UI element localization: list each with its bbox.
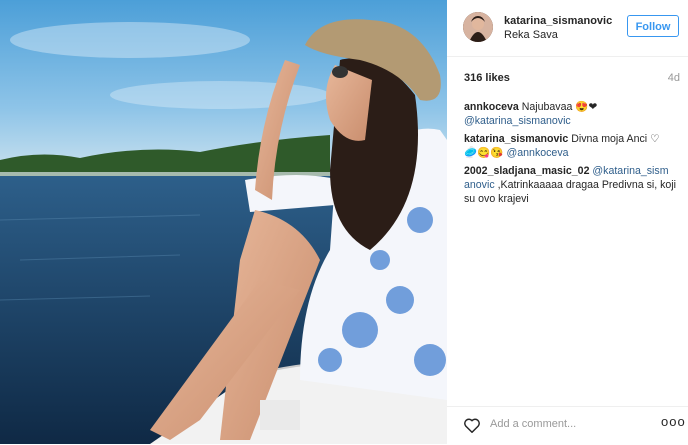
comment-username[interactable]: 2002_sladjana_masic_02 [464, 165, 589, 177]
instagram-post: katarina_sismanovic Reka Sava Follow 316… [0, 0, 688, 444]
comments-list: annkoceva Najubavaa 😍❤ @katarina_sismano… [464, 100, 678, 210]
comment: 2002_sladjana_masic_02 @katarina_sism an… [464, 164, 678, 206]
post-age: 4d [667, 72, 680, 84]
post-photo[interactable] [0, 0, 447, 444]
comment: katarina_sismanovic Divna moja Anci ♡ 🥏😋… [464, 132, 678, 160]
post-footer: Add a comment... ooo [447, 406, 688, 445]
comment-text: Divna moja Anci ♡ [571, 133, 660, 145]
post-username[interactable]: katarina_sismanovic [504, 15, 612, 27]
avatar[interactable] [463, 12, 493, 42]
add-comment-input[interactable]: Add a comment... [490, 418, 576, 430]
more-options-icon[interactable]: ooo [661, 414, 686, 429]
post-sidebar: katarina_sismanovic Reka Sava Follow 316… [447, 0, 688, 444]
comment-text: Najubavaa 😍❤ [521, 101, 598, 113]
comment-emoji: 🥏😋😘 [464, 147, 507, 159]
post-location[interactable]: Reka Sava [504, 29, 558, 41]
comment-username[interactable]: katarina_sismanovic [464, 133, 568, 145]
heart-outline-icon[interactable] [463, 417, 483, 435]
follow-button[interactable]: Follow [627, 15, 679, 37]
comment-mention[interactable]: @annkoceva [507, 147, 569, 159]
comment: annkoceva Najubavaa 😍❤ @katarina_sismano… [464, 100, 678, 128]
comment-text: ,Katrinkaaaaa dragaa Predivna si, koji s… [464, 179, 677, 205]
likes-count[interactable]: 316 likes [464, 72, 510, 84]
comment-mention[interactable]: @katarina_sismanovic [464, 115, 571, 127]
comment-username[interactable]: annkoceva [464, 101, 519, 113]
post-header: katarina_sismanovic Reka Sava Follow [447, 0, 688, 57]
